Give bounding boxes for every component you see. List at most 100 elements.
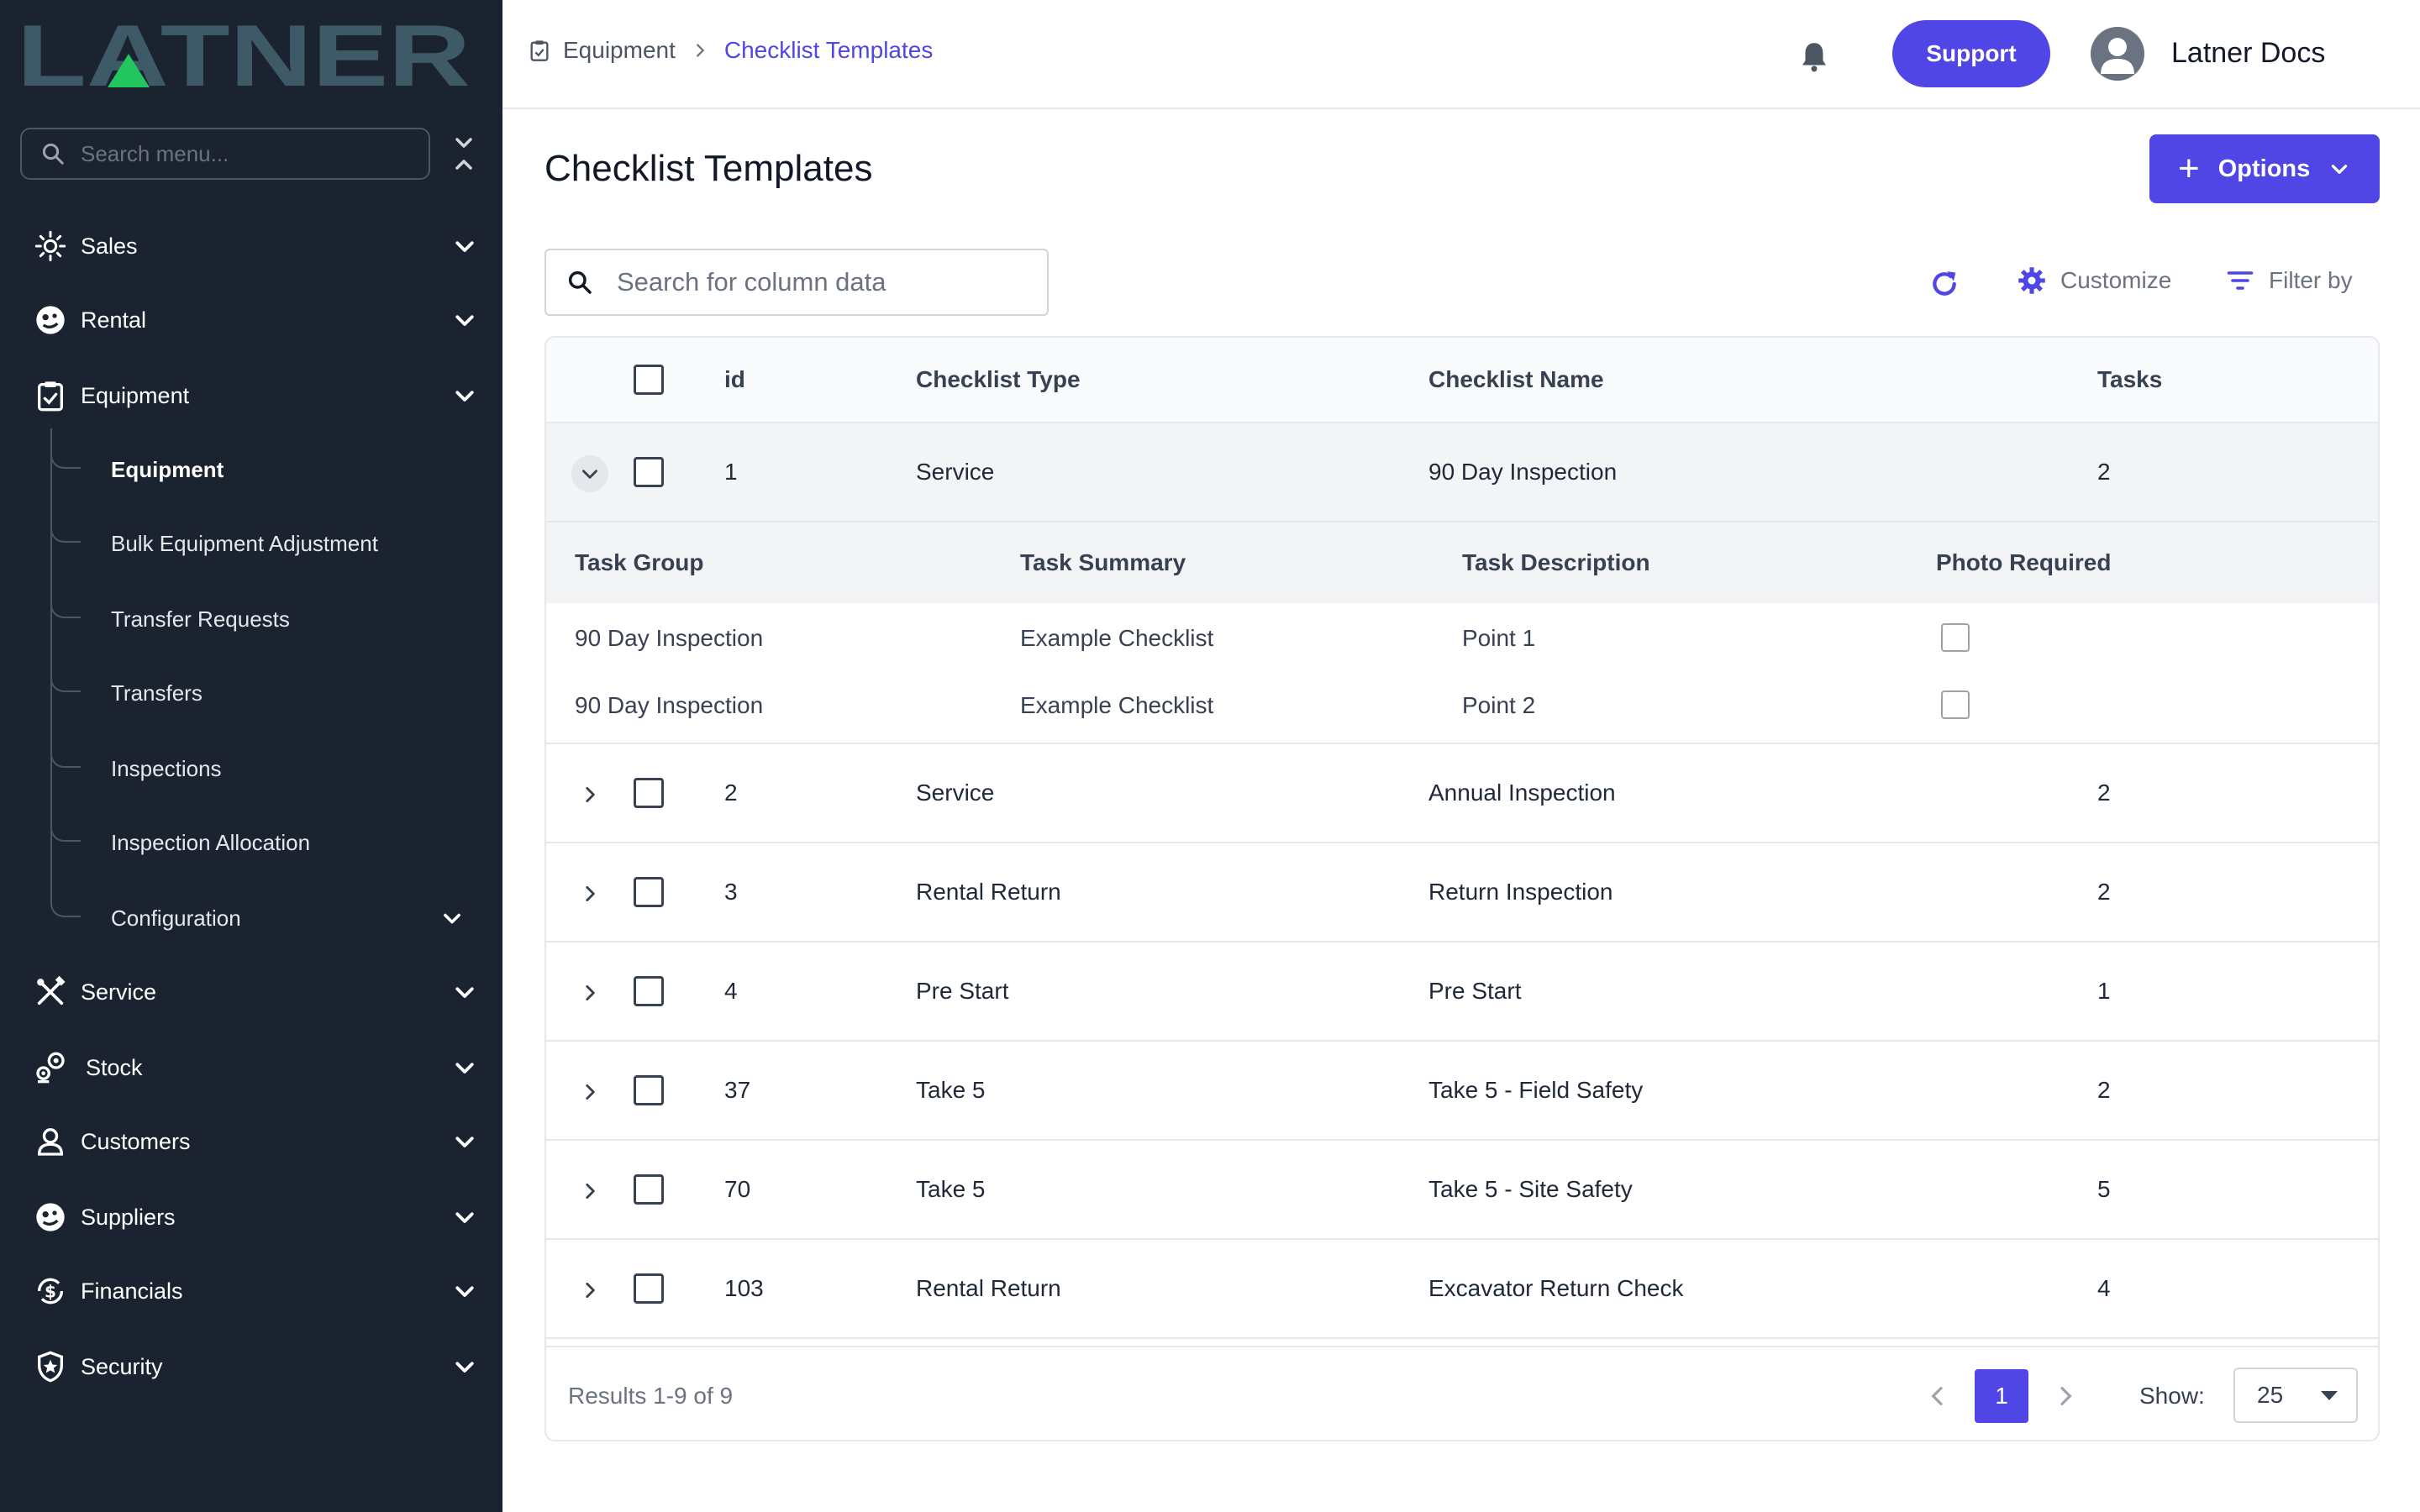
sidebar-item-label: Equipment	[81, 382, 190, 408]
latner-logo[interactable]: LATNER	[17, 18, 471, 94]
supplier-icon	[32, 1199, 69, 1236]
sidebar-subitem-transfer-requests[interactable]: Transfer Requests	[0, 590, 502, 648]
expand-row-button[interactable]	[571, 1173, 608, 1210]
table-search-input[interactable]: Search for column data	[544, 249, 1049, 316]
chevron-down-icon	[455, 987, 474, 998]
bell-icon[interactable]	[1797, 37, 1832, 76]
sidebar-subitem-label: Configuration	[111, 905, 241, 931]
row-checkbox[interactable]	[634, 457, 664, 487]
sidebar-item-security[interactable]: Security	[0, 1337, 502, 1396]
chevron-down-icon	[444, 913, 460, 924]
column-header-id[interactable]: id	[724, 366, 745, 393]
sidebar-subitem-configuration[interactable]: Configuration	[0, 889, 502, 948]
chevron-down-icon	[455, 1286, 474, 1297]
customize-button[interactable]: Customize	[2017, 265, 2171, 296]
chevron-down-icon	[455, 1212, 474, 1223]
row-checkbox[interactable]	[634, 1174, 664, 1205]
table-row[interactable]: 2 Service Annual Inspection 2	[546, 744, 2378, 843]
expand-row-button[interactable]	[571, 776, 608, 813]
sidebar-item-service[interactable]: Service	[0, 963, 502, 1021]
row-checkbox[interactable]	[634, 1273, 664, 1304]
expand-row-button[interactable]	[571, 875, 608, 912]
cell-id: 103	[724, 1275, 764, 1301]
row-checkbox[interactable]	[634, 778, 664, 808]
photo-required-checkbox[interactable]	[1941, 623, 1970, 652]
row-checkbox[interactable]	[634, 877, 664, 907]
column-header-tasks[interactable]: Tasks	[2097, 366, 2162, 393]
svg-text:$: $	[45, 1282, 56, 1302]
chevron-right-icon	[696, 44, 705, 57]
sidebar-subitem-bulk-equipment-adjustment[interactable]: Bulk Equipment Adjustment	[0, 514, 502, 573]
sidebar-subitem-inspection-allocation[interactable]: Inspection Allocation	[0, 813, 502, 872]
user-name[interactable]: Latner Docs	[2171, 37, 2325, 70]
sidebar-subitem-equipment[interactable]: Equipment	[0, 440, 502, 499]
sidebar-item-rental[interactable]: Rental	[0, 291, 502, 349]
chevron-right-icon	[586, 1184, 595, 1199]
filter-label: Filter by	[2269, 267, 2353, 293]
sidebar-subitem-label: Transfers	[111, 680, 203, 706]
cell-id: 4	[724, 978, 738, 1004]
avatar[interactable]	[2091, 27, 2144, 81]
filter-button[interactable]: Filter by	[2225, 265, 2353, 296]
table-row[interactable]: 103 Rental Return Excavator Return Check…	[546, 1240, 2378, 1339]
options-button[interactable]: + Options	[2149, 134, 2380, 203]
sidebar-subitem-label: Transfer Requests	[111, 606, 290, 632]
cell-checklist-name: 90 Day Inspection	[1428, 459, 1618, 485]
table-row[interactable]: 4 Pre Start Pre Start 1	[546, 942, 2378, 1042]
sidebar-item-customers[interactable]: Customers	[0, 1112, 502, 1171]
subcell-task-group: 90 Day Inspection	[575, 625, 764, 651]
column-header-checklist-name[interactable]: Checklist Name	[1428, 366, 1604, 393]
chevron-right-icon	[586, 1084, 595, 1100]
user-icon	[2101, 38, 2134, 74]
table-row[interactable]: 1 Service 90 Day Inspection 2	[546, 423, 2378, 522]
subcolumn-task-description: Task Description	[1462, 549, 1650, 575]
sidebar-item-equipment[interactable]: Equipment	[0, 366, 502, 425]
page-size-select[interactable]: 25	[2233, 1368, 2358, 1423]
sidebar-item-label: Rental	[81, 307, 147, 333]
expand-row-button[interactable]	[571, 1074, 608, 1110]
sidebar-subitem-label: Equipment	[111, 456, 224, 482]
breadcrumb: Equipment Checklist Templates	[528, 37, 933, 64]
collapse-row-button[interactable]	[571, 455, 608, 492]
select-all-checkbox[interactable]	[634, 365, 664, 395]
sidebar-item-suppliers[interactable]: Suppliers	[0, 1188, 502, 1247]
main-content: Checklist Templates + Options Search for…	[502, 109, 2420, 1512]
sidebar-subitem-transfers[interactable]: Transfers	[0, 664, 502, 722]
sidebar-subitem-inspections[interactable]: Inspections	[0, 739, 502, 798]
table-row[interactable]: 37 Take 5 Take 5 - Field Safety 2	[546, 1042, 2378, 1141]
stock-icon	[32, 1049, 69, 1086]
chevron-right-icon[interactable]	[2052, 1383, 2079, 1410]
photo-required-checkbox[interactable]	[1941, 690, 1970, 719]
row-checkbox[interactable]	[634, 1075, 664, 1105]
refresh-icon[interactable]	[1928, 267, 1961, 301]
chevron-right-icon	[586, 787, 595, 802]
breadcrumb-equipment[interactable]: Equipment	[563, 37, 676, 64]
table-header: id Checklist Type Checklist Name Tasks	[546, 338, 2378, 423]
row-checkbox[interactable]	[634, 976, 664, 1006]
page-number-button[interactable]: 1	[1975, 1369, 2028, 1423]
chevron-left-icon[interactable]	[1924, 1383, 1951, 1410]
sidebar-item-stock[interactable]: Stock	[0, 1038, 502, 1097]
cell-checklist-type: Service	[916, 459, 995, 485]
sidebar-item-label: Stock	[86, 1054, 143, 1080]
subcolumn-task-group: Task Group	[575, 549, 704, 575]
sidebar: LATNER Search menu... Sales Rental Equip…	[0, 0, 502, 1512]
column-header-checklist-type[interactable]: Checklist Type	[916, 366, 1081, 393]
table-row[interactable]: 70 Take 5 Take 5 - Site Safety 5	[546, 1141, 2378, 1240]
collapse-sidebar-icon[interactable]	[450, 134, 477, 173]
support-button[interactable]: Support	[1892, 20, 2050, 87]
person-icon	[32, 1123, 69, 1160]
expand-row-button[interactable]	[571, 974, 608, 1011]
sidebar-item-label: Service	[81, 979, 157, 1005]
table-row[interactable]: 3 Rental Return Return Inspection 2	[546, 843, 2378, 942]
breadcrumb-checklist-templates[interactable]: Checklist Templates	[724, 37, 933, 64]
subcolumn-task-summary: Task Summary	[1020, 549, 1186, 575]
sidebar-item-financials[interactable]: $ Financials	[0, 1262, 502, 1320]
chevron-right-icon	[586, 1283, 595, 1298]
customize-label: Customize	[2060, 267, 2172, 293]
sidebar-item-label: Sales	[81, 233, 138, 259]
cell-id: 37	[724, 1077, 751, 1103]
sidebar-search-input[interactable]: Search menu...	[20, 128, 430, 180]
expand-row-button[interactable]	[571, 1272, 608, 1309]
sidebar-item-sales[interactable]: Sales	[0, 217, 502, 276]
